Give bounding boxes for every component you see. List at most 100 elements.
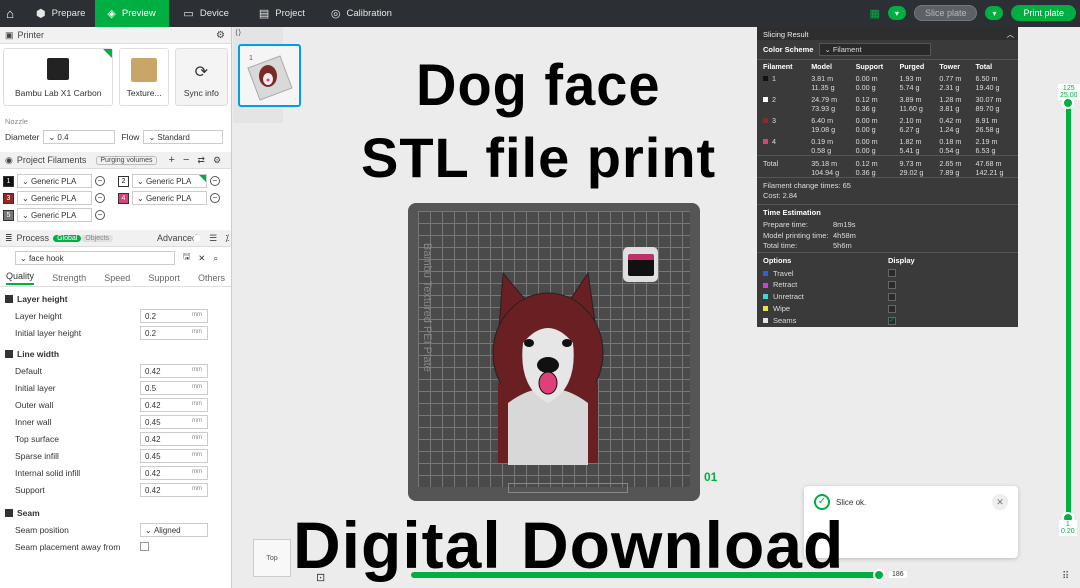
filament-select[interactable]: ⌄ Generic PLA (17, 208, 92, 222)
layer-slider-top-handle[interactable] (1062, 97, 1074, 109)
tab-support[interactable]: Support (148, 273, 180, 283)
setting-row: Seam position ⌄ Aligned (0, 521, 231, 538)
filament-usage-table: Filament Model Support Purged Tower Tota… (757, 60, 1018, 177)
tab-project[interactable]: ▤ Project (239, 0, 315, 27)
tab-preview[interactable]: ◈ Preview (95, 0, 170, 27)
layer-slider[interactable] (1066, 102, 1071, 522)
fit-view-icon[interactable]: ⊡ (316, 571, 325, 584)
filament-item-3[interactable]: 3 ⌄ Generic PLA − (3, 191, 118, 205)
seam-group: Seam (0, 504, 231, 521)
objects-toggle[interactable]: Objects (81, 234, 114, 242)
plate-select-card[interactable]: Texture... (119, 48, 169, 106)
nozzle-label: Nozzle (5, 117, 28, 126)
filament-settings-icon[interactable]: ⚙ (213, 155, 221, 166)
filament-select[interactable]: ⌄ Generic PLA (17, 174, 92, 188)
save-icon[interactable]: 🖫 (183, 251, 190, 265)
remove-filament-icon[interactable]: − (95, 193, 105, 203)
retract-checkbox[interactable] (888, 281, 896, 290)
project-filaments-header: ◉ Project Filaments Purging volumes + − … (0, 152, 231, 169)
printer-thumbnail (47, 58, 70, 80)
travel-color-swatch (763, 270, 768, 276)
compare-icon[interactable]: ⁒ (225, 233, 229, 244)
setting-row: Default 0.42 mm (0, 362, 231, 379)
option-unretract: Unretract (757, 291, 1018, 303)
filament-swatch: 4 (118, 192, 129, 204)
move-slider[interactable] (411, 572, 881, 578)
tab-strength[interactable]: Strength (52, 273, 86, 283)
sync-filament-icon[interactable]: ⇄ (197, 155, 205, 166)
tab-prepare[interactable]: ⬢ Prepare (20, 0, 95, 27)
line-width-group: Line width (0, 345, 231, 362)
setting-row: Sparse infill 0.45 mm (0, 447, 231, 464)
list-icon[interactable]: ☰ (209, 233, 217, 244)
line-width-icon (5, 349, 13, 358)
process-header: ≣ Process Global Objects Advanced ☰ ⁒ (0, 230, 231, 247)
option-seams: Seams ✓ (757, 315, 1018, 327)
close-toast-icon[interactable]: ✕ (992, 494, 1008, 510)
unretract-checkbox[interactable] (888, 292, 896, 301)
tab-calibration[interactable]: ◎ Calibration (315, 0, 402, 27)
filament-color-swatch (763, 97, 768, 102)
printer-select-card[interactable]: Bambu Lab X1 Carbon (3, 48, 114, 106)
seam-position-select[interactable]: ⌄ Aligned (140, 523, 208, 537)
filament-item-5[interactable]: 5 ⌄ Generic PLA − (3, 208, 118, 222)
remove-filament-icon[interactable]: − (210, 193, 220, 203)
filament-swatch: 5 (3, 209, 14, 221)
cube-icon: ⬢ (36, 8, 46, 20)
setting-row: Outer wall 0.42 mm (0, 396, 231, 413)
purging-volumes-button[interactable]: Purging volumes (96, 155, 157, 165)
tab-quality[interactable]: Quality (6, 271, 35, 285)
model-time-row: Model printing time: 4h58m (763, 230, 856, 240)
filament-select[interactable]: ⌄ Generic PLA (17, 191, 92, 205)
view-cube[interactable]: Top (253, 539, 291, 577)
sync-icon: ⟳ (194, 64, 209, 81)
filament-item-2[interactable]: 2 ⌄ Generic PLA − (118, 174, 231, 188)
tab-others[interactable]: Others (198, 273, 225, 283)
travel-checkbox[interactable] (888, 269, 896, 278)
plate-thumbnail-1[interactable] (238, 44, 301, 107)
filament-select[interactable]: ⌄ Generic PLA (132, 191, 207, 205)
remove-icon[interactable]: − (183, 154, 189, 166)
flow-select[interactable]: ⌄ Standard (143, 130, 224, 144)
diameter-select[interactable]: ⌄ 0.4 (43, 130, 116, 144)
tab-device[interactable]: ▭ Device (169, 0, 238, 27)
process-preset-select[interactable]: ⌄ face hook (15, 251, 175, 265)
sync-info-button[interactable]: ⟳ Sync info (174, 48, 228, 106)
tab-speed[interactable]: Speed (104, 273, 130, 283)
move-slider-handle[interactable] (873, 569, 885, 581)
filament-item-4[interactable]: 4 ⌄ Generic PLA − (118, 191, 231, 205)
global-toggle[interactable]: Global (53, 234, 82, 242)
slicing-summary: Filament change times: 65 Cost: 2.84 (757, 177, 1018, 204)
slice-dropdown-button[interactable]: ▾ (887, 6, 906, 20)
viewport-3d[interactable]: ⟨⟩ 1 Bambu Textured PEI Plate 01 Dog fac… (233, 27, 1080, 588)
filament-item-1[interactable]: 1 ⌄ Generic PLA − (3, 174, 118, 188)
plate-icon[interactable]: ▦ (870, 7, 880, 20)
home-icon[interactable]: ⌂ (0, 0, 20, 27)
collapse-icon[interactable]: ⟨⟩ (235, 28, 241, 37)
time-estimation-header: Time Estimation (757, 204, 1018, 220)
filament-swatch: 3 (3, 192, 14, 204)
remove-filament-icon[interactable]: − (95, 210, 105, 220)
seam-away-checkbox[interactable] (140, 542, 149, 551)
print-plate-button[interactable]: Print plate (1011, 5, 1076, 21)
print-dropdown-button[interactable]: ▾ (985, 6, 1004, 20)
slicing-result-header: Slicing Result ︿ (757, 27, 1018, 40)
grid-menu-icon[interactable]: ⠿ (1062, 571, 1069, 582)
left-sidebar: ▣ Printer ⚙ Bambu Lab X1 Carbon Texture.… (0, 27, 232, 588)
filament-list: 1 ⌄ Generic PLA − 2 ⌄ Generic PLA − 3 ⌄ Gener… (0, 169, 231, 227)
search-icon[interactable]: ⌕ (213, 253, 218, 264)
remove-filament-icon[interactable]: − (95, 176, 105, 186)
wipe-checkbox[interactable] (888, 304, 896, 313)
slice-plate-button[interactable]: Slice plate (913, 5, 978, 21)
color-scheme-select[interactable]: ⌄ Filament (819, 43, 932, 56)
seams-checkbox[interactable]: ✓ (888, 316, 896, 325)
filament-select[interactable]: ⌄ Generic PLA (132, 174, 207, 188)
remove-filament-icon[interactable]: − (210, 176, 220, 186)
gear-icon[interactable]: ⚙ (216, 30, 225, 41)
setting-row: Layer height 0.2 mm (0, 307, 231, 324)
filament-swatch: 2 (118, 175, 129, 187)
collapse-up-icon[interactable]: ︿ (1007, 29, 1015, 40)
layers-icon (5, 294, 13, 303)
add-icon[interactable]: + (169, 154, 175, 166)
close-icon[interactable]: ✕ (198, 253, 205, 264)
